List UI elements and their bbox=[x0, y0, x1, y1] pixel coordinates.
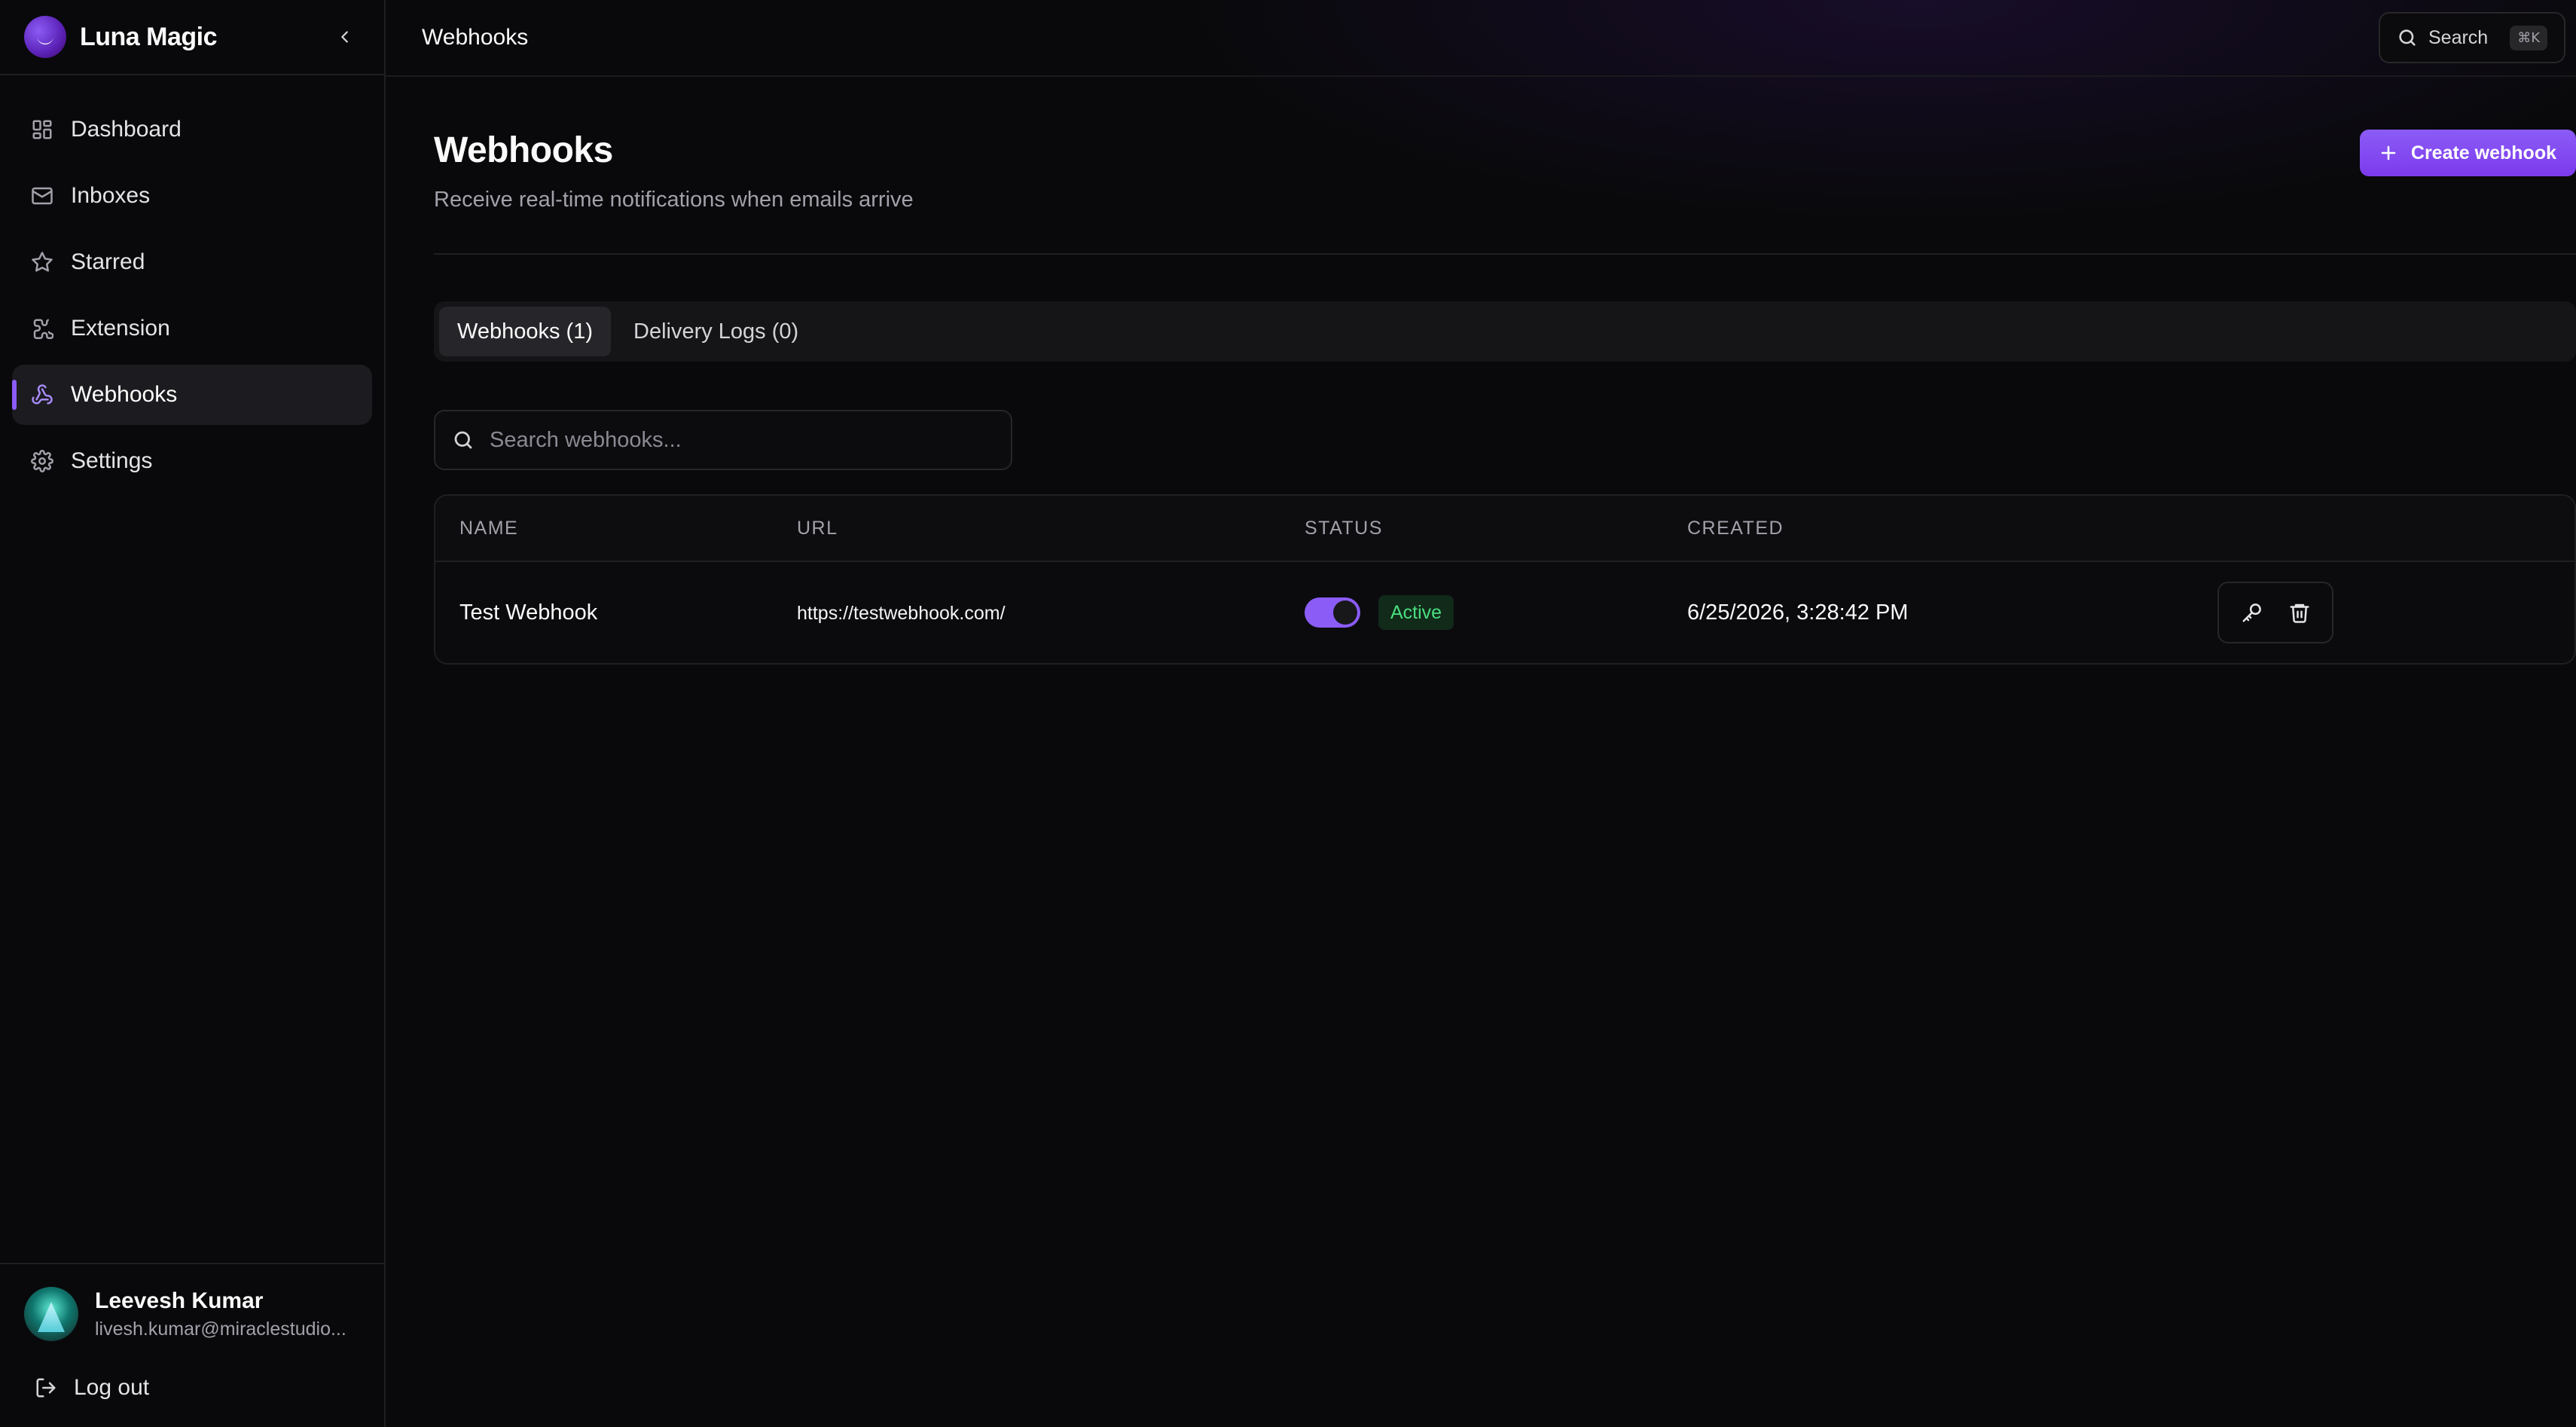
dashboard-icon bbox=[30, 118, 54, 142]
webhook-url-cell: https://testwebhook.com/ bbox=[797, 600, 1305, 625]
logout-icon bbox=[36, 1378, 56, 1398]
global-search-button[interactable]: Search ⌘K bbox=[2379, 12, 2565, 63]
column-header-status[interactable]: STATUS bbox=[1305, 518, 1687, 539]
status-badge: Active bbox=[1378, 595, 1454, 630]
plus-icon bbox=[2381, 145, 2396, 160]
webhooks-table: NAME URL STATUS CREATED Test Webhook htt… bbox=[434, 494, 2576, 665]
avatar bbox=[24, 1287, 78, 1341]
search-shortcut: ⌘K bbox=[2510, 25, 2547, 50]
column-header-name[interactable]: NAME bbox=[435, 518, 797, 539]
topbar: Webhooks Search ⌘K bbox=[386, 0, 2576, 77]
sidebar-item-dashboard[interactable]: Dashboard bbox=[12, 99, 372, 160]
main-area: Webhooks Search ⌘K Webhooks Receive real… bbox=[386, 0, 2576, 1427]
webhook-search-input[interactable] bbox=[490, 427, 994, 453]
collapse-sidebar-button[interactable] bbox=[330, 22, 360, 52]
webhook-name: Test Webhook bbox=[459, 600, 598, 625]
tab-webhooks[interactable]: Webhooks (1) bbox=[439, 307, 611, 356]
gear-icon bbox=[30, 449, 54, 473]
logout-button[interactable]: Log out bbox=[24, 1367, 360, 1409]
luna-magic-logo bbox=[24, 16, 66, 58]
page-heading: Webhooks Receive real-time notifications… bbox=[434, 125, 914, 212]
sidebar-item-webhooks[interactable]: Webhooks bbox=[12, 365, 372, 425]
table-header: NAME URL STATUS CREATED bbox=[435, 496, 2574, 562]
delete-webhook-button[interactable] bbox=[2280, 593, 2319, 632]
column-header-url[interactable]: URL bbox=[797, 518, 1305, 539]
chevron-left-icon bbox=[341, 31, 348, 43]
webhook-actions-cell bbox=[2217, 582, 2574, 643]
tab-delivery-logs[interactable]: Delivery Logs (0) bbox=[615, 307, 816, 356]
create-webhook-button[interactable]: Create webhook bbox=[2359, 130, 2576, 176]
sidebar-item-label: Webhooks bbox=[71, 382, 178, 407]
page-subtitle: Receive real-time notifications when ema… bbox=[434, 188, 914, 212]
sidebar-item-label: Inboxes bbox=[71, 183, 151, 208]
webhook-url: https://testwebhook.com/ bbox=[797, 602, 1006, 624]
webhook-secret-button[interactable] bbox=[2233, 593, 2272, 632]
search-icon bbox=[2399, 29, 2416, 46]
user-name: Leevesh Kumar bbox=[95, 1288, 264, 1313]
topbar-title: Webhooks bbox=[422, 25, 529, 50]
sidebar-item-extension[interactable]: Extension bbox=[12, 298, 372, 359]
trash-icon bbox=[2290, 603, 2309, 623]
app-name: Luna Magic bbox=[80, 22, 218, 51]
sidebar: Luna Magic Dashboard Inboxes Starred Ext… bbox=[0, 0, 386, 1427]
sidebar-item-inboxes[interactable]: Inboxes bbox=[12, 166, 372, 226]
header-divider bbox=[434, 253, 2576, 255]
webhook-status-cell: Active bbox=[1305, 595, 1687, 630]
star-icon bbox=[30, 250, 54, 274]
user-profile[interactable]: Leevesh Kumar livesh.kumar@miraclestudio… bbox=[24, 1287, 360, 1341]
webhook-search-field bbox=[434, 410, 1012, 470]
search-icon bbox=[454, 431, 472, 449]
sidebar-item-starred[interactable]: Starred bbox=[12, 232, 372, 292]
webhook-created: 6/25/2026, 3:28:42 PM bbox=[1687, 600, 1909, 625]
row-actions bbox=[2217, 582, 2333, 643]
page-content: Webhooks Receive real-time notifications… bbox=[386, 77, 2576, 665]
mail-icon bbox=[30, 184, 54, 208]
sidebar-item-label: Settings bbox=[71, 448, 153, 473]
create-webhook-label: Create webhook bbox=[2410, 142, 2556, 163]
tabs-bar: Webhooks (1) Delivery Logs (0) bbox=[434, 301, 2576, 362]
webhook-enabled-toggle[interactable] bbox=[1305, 597, 1360, 628]
brand-header: Luna Magic bbox=[0, 0, 384, 75]
webhook-icon bbox=[30, 383, 54, 407]
sidebar-item-label: Dashboard bbox=[71, 117, 182, 142]
user-email: livesh.kumar@miraclestudio... bbox=[95, 1318, 346, 1340]
puzzle-icon bbox=[30, 316, 54, 341]
user-info: Leevesh Kumar livesh.kumar@miraclestudio… bbox=[95, 1288, 351, 1340]
key-icon bbox=[2242, 603, 2261, 622]
sidebar-item-label: Extension bbox=[71, 316, 170, 341]
search-label: Search bbox=[2428, 26, 2489, 48]
sidebar-item-label: Starred bbox=[71, 249, 145, 274]
column-header-created[interactable]: CREATED bbox=[1687, 518, 2217, 539]
logout-label: Log out bbox=[74, 1375, 150, 1400]
page-title: Webhooks bbox=[434, 130, 613, 170]
sidebar-item-settings[interactable]: Settings bbox=[12, 431, 372, 491]
sidebar-footer: Leevesh Kumar livesh.kumar@miraclestudio… bbox=[0, 1263, 384, 1427]
table-row[interactable]: Test Webhook https://testwebhook.com/ Ac… bbox=[435, 562, 2574, 663]
page-header: Webhooks Receive real-time notifications… bbox=[434, 125, 2576, 212]
sidebar-nav: Dashboard Inboxes Starred Extension Webh… bbox=[0, 75, 384, 515]
app-root: Luna Magic Dashboard Inboxes Starred Ext… bbox=[0, 0, 2576, 1427]
